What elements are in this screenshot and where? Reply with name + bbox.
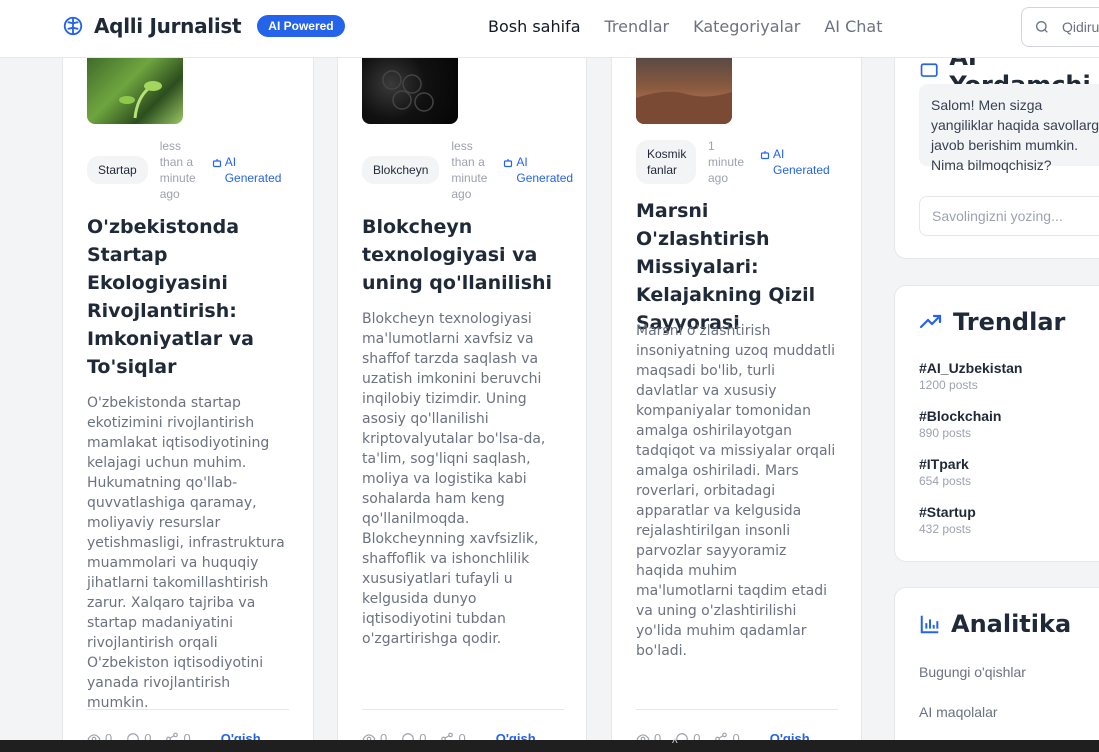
- trend-item[interactable]: #Startup 432 posts: [919, 503, 976, 537]
- brand-name: Aqlli Jurnalist: [94, 14, 242, 38]
- main-nav: Bosh sahifa Trendlar Kategoriyalar AI Ch…: [488, 17, 906, 36]
- analytics-panel: Analitika Bugungi o'qishlar AI maqolalar: [894, 587, 1099, 752]
- plant-sprout-icon: [119, 81, 162, 119]
- brain-icon: [63, 16, 83, 36]
- search-input[interactable]: Qidiru: [1021, 7, 1099, 47]
- hexagon-pattern-icon: [382, 70, 434, 112]
- article-meta: Startap less than a minute ago AI Genera…: [87, 138, 281, 202]
- article-title[interactable]: Marsni O'zlashtirish Missiyalari: Kelaja…: [636, 197, 841, 337]
- trend-item[interactable]: #AI_Uzbekistan 1200 posts: [919, 359, 1022, 393]
- top-header: Aqlli Jurnalist AI Powered Bosh sahifa T…: [0, 0, 1099, 58]
- chat-icon: [920, 63, 938, 77]
- timestamp: 1 minute ago: [708, 139, 745, 185]
- divider: [636, 709, 838, 710]
- ai-generated-label: AI Generated: [760, 146, 830, 178]
- nav-ai-chat[interactable]: AI Chat: [824, 17, 882, 36]
- search-placeholder: Qidiru: [1062, 19, 1099, 35]
- article-image: [87, 58, 183, 124]
- article-meta: Blokcheyn less than a minute ago AI Gene…: [362, 138, 573, 202]
- analytics-row: Bugungi o'qishlar: [919, 664, 1026, 680]
- ai-generated-label: AI Generated: [212, 154, 281, 186]
- chat-input[interactable]: Savolingizni yozing...: [919, 196, 1099, 236]
- category-badge[interactable]: Startap: [87, 156, 148, 184]
- trending-up-icon: [919, 314, 942, 329]
- search-icon: [1036, 21, 1048, 33]
- article-image: [636, 58, 732, 124]
- analytics-title: Analitika: [919, 610, 1071, 638]
- divider: [362, 709, 564, 710]
- nav-home[interactable]: Bosh sahifa: [488, 17, 581, 36]
- divider: [87, 709, 289, 710]
- article-card[interactable]: Blokcheyn less than a minute ago AI Gene…: [337, 0, 587, 752]
- chevron-up-icon[interactable]: ^: [672, 736, 678, 750]
- article-title[interactable]: O'zbekistonda Startap Ekologiyasini Rivo…: [87, 213, 267, 381]
- article-title[interactable]: Blokcheyn texnologiyasi va uning qo'llan…: [362, 213, 562, 297]
- ai-powered-badge: AI Powered: [257, 15, 345, 37]
- assistant-message: Salom! Men sizga yangiliklar haqida savo…: [919, 84, 1099, 173]
- nav-categories[interactable]: Kategoriyalar: [693, 17, 800, 36]
- article-excerpt: O'zbekistonda startap ekotizimini rivojl…: [87, 395, 285, 711]
- bar-chart-icon: [920, 615, 939, 634]
- article-excerpt: Marsni o'zlashtirish insoniyatning uzoq …: [636, 323, 836, 659]
- taskbar: ^: [0, 736, 1099, 752]
- article-excerpt: Blokcheyn texnologiyasi ma'lumotlarni xa…: [362, 311, 546, 647]
- bot-icon: [212, 159, 221, 168]
- category-badge[interactable]: Blokcheyn: [362, 156, 440, 184]
- brand[interactable]: Aqlli Jurnalist AI Powered: [62, 14, 345, 38]
- mars-landscape-icon: [636, 91, 732, 124]
- trend-item[interactable]: #Blockchain 890 posts: [919, 407, 1001, 441]
- trend-item[interactable]: #ITpark 654 posts: [919, 455, 971, 489]
- ai-generated-label: AI Generated: [503, 154, 573, 186]
- article-card[interactable]: Startap less than a minute ago AI Genera…: [62, 0, 314, 752]
- article-card[interactable]: Kosmik fanlar 1 minute ago AI Generated …: [611, 0, 862, 752]
- bot-icon: [760, 151, 770, 160]
- timestamp: less than a minute ago: [159, 139, 196, 201]
- category-badge[interactable]: Kosmik fanlar: [636, 140, 696, 184]
- article-meta: Kosmik fanlar 1 minute ago AI Generated: [636, 138, 830, 186]
- nav-trends[interactable]: Trendlar: [605, 17, 670, 36]
- timestamp: less than a minute ago: [451, 139, 488, 201]
- trends-panel: Trendlar #AI_Uzbekistan 1200 posts #Block…: [894, 285, 1099, 562]
- trends-title: Trendlar: [919, 308, 1065, 336]
- bot-icon: [504, 159, 513, 168]
- analytics-row: AI maqolalar: [919, 704, 998, 720]
- article-image: [362, 58, 458, 124]
